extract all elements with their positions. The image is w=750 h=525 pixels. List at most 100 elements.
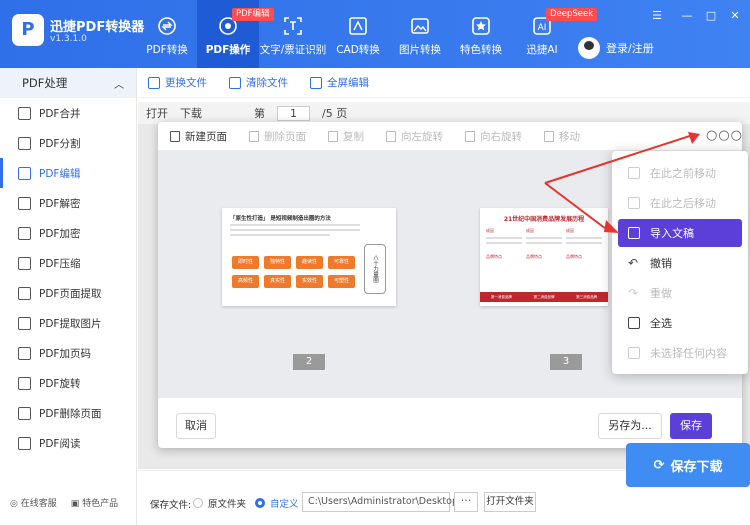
menu-redo[interactable]: ↷ 重做 bbox=[618, 279, 742, 307]
sidebar-item[interactable]: PDF加密 bbox=[0, 218, 136, 248]
select-all-icon bbox=[628, 317, 640, 329]
thumb-tag: 可塑性 bbox=[328, 275, 355, 288]
nav-ocr[interactable]: 文字/票证识别 bbox=[259, 0, 327, 68]
thumb-tag: 高频性 bbox=[232, 275, 259, 288]
thumb-columns: 成因 品牌特点 成因 品牌特点 成因 品牌特点 bbox=[486, 228, 602, 288]
delete-page-button[interactable]: 删除页面 bbox=[249, 129, 306, 144]
sidebar-item[interactable]: PDF加页码 bbox=[0, 338, 136, 368]
browse-button[interactable]: ··· bbox=[454, 492, 478, 512]
close-icon[interactable]: ✕ bbox=[728, 9, 742, 22]
menu-select-all[interactable]: 全选 bbox=[618, 309, 742, 337]
save-download-button[interactable]: ⟳ 保存下载 bbox=[626, 443, 750, 487]
rotate-left-button[interactable]: 向左旋转 bbox=[386, 129, 443, 144]
open-button[interactable]: 打开 bbox=[146, 105, 168, 121]
menu-item-label: 重做 bbox=[650, 287, 672, 300]
featured-products[interactable]: ▣ 特色产品 bbox=[71, 496, 118, 509]
redo-icon: ↷ bbox=[628, 286, 639, 300]
sidebar-item-label: PDF合并 bbox=[39, 107, 81, 120]
thumb-footer-label: 第三消费品牌 bbox=[576, 294, 598, 299]
maximize-icon[interactable]: □ bbox=[704, 9, 718, 22]
move-icon bbox=[544, 130, 554, 142]
page-thumbnail[interactable]: 「原生性打造」 是短视频制造出圈的方法 即时性 独特性 趣读性 可靠性 高频性 真实性 实效… bbox=[222, 208, 396, 306]
sidebar-item[interactable]: PDF压缩 bbox=[0, 248, 136, 278]
menu-move-before[interactable]: 在此之前移动 bbox=[618, 159, 742, 187]
sidebar-item[interactable]: PDF阅读 bbox=[0, 428, 136, 458]
sidebar-item-icon bbox=[18, 436, 31, 450]
thumb-column-sub: 品牌特点 bbox=[486, 254, 502, 259]
sidebar-header-label: PDF处理 bbox=[22, 76, 68, 90]
nav-pdf-convert[interactable]: PDF转换 bbox=[137, 0, 197, 68]
sidebar-item-label: PDF提取图片 bbox=[39, 317, 102, 330]
tool-label: 移动 bbox=[559, 130, 580, 143]
fullscreen-edit-button[interactable]: 全屏编辑 bbox=[310, 75, 369, 90]
thumb-tag: 真实性 bbox=[264, 275, 291, 288]
thumb-tag: 趣读性 bbox=[296, 256, 323, 269]
tool-label: 删除页面 bbox=[264, 130, 306, 143]
tool-label: 向右旋转 bbox=[480, 130, 522, 143]
nav-cad[interactable]: CAD转换 bbox=[330, 0, 386, 68]
save-as-button[interactable]: 另存为... bbox=[598, 413, 662, 439]
sidebar-item[interactable]: PDF页面提取 bbox=[0, 278, 136, 308]
copy-button[interactable]: 复制 bbox=[328, 129, 364, 144]
top-bar: P 迅捷PDF转换器 v1.3.1.0 PDF转换 PDF操作 PDF编辑 文字… bbox=[0, 0, 750, 68]
sidebar-item-label: PDF加页码 bbox=[39, 347, 91, 360]
nav-label: 迅捷AI bbox=[526, 44, 558, 56]
thumb-tag-grid: 即时性 独特性 趣读性 可靠性 高频性 真实性 实效性 可塑性 bbox=[232, 256, 360, 288]
minimize-icon[interactable]: — bbox=[680, 9, 694, 22]
menu-move-after[interactable]: 在此之后移动 bbox=[618, 189, 742, 217]
user-login[interactable]: 登录/注册 bbox=[578, 37, 654, 59]
app-logo: P bbox=[12, 14, 44, 46]
sidebar-item[interactable]: PDF编辑 bbox=[0, 158, 136, 188]
nav-image[interactable]: 图片转换 bbox=[392, 0, 448, 68]
sidebar-item[interactable]: PDF提取图片 bbox=[0, 308, 136, 338]
save-button[interactable]: 保存 bbox=[670, 413, 712, 439]
featured-products-label: 特色产品 bbox=[82, 499, 119, 509]
menu-select-none[interactable]: 未选择任何内容 bbox=[618, 339, 742, 367]
menu-icon[interactable]: ☰ bbox=[650, 9, 664, 22]
sidebar-item[interactable]: PDF合并 bbox=[0, 98, 136, 128]
menu-item-label: 导入文稿 bbox=[650, 227, 694, 240]
sidebar-item[interactable]: PDF旋转 bbox=[0, 368, 136, 398]
convert-icon bbox=[158, 17, 176, 35]
sidebar-item[interactable]: PDF分割 bbox=[0, 128, 136, 158]
nav-label: CAD转换 bbox=[336, 44, 380, 56]
page-input[interactable]: 1 bbox=[277, 105, 310, 121]
open-folder-button[interactable]: 打开文件夹 bbox=[484, 492, 536, 512]
more-options-icon[interactable]: ○○○ bbox=[706, 128, 743, 143]
output-path-field[interactable]: C:\Users\Administrator\Desktop bbox=[302, 492, 458, 512]
file-toolbar: 更换文件 清除文件 全屏编辑 bbox=[138, 68, 750, 98]
thumb-tag: 实效性 bbox=[296, 275, 323, 288]
sidebar-item[interactable]: PDF解密 bbox=[0, 188, 136, 218]
arrow-head-icon bbox=[604, 220, 619, 233]
clear-file-button[interactable]: 清除文件 bbox=[229, 75, 288, 90]
cancel-button[interactable]: 取消 bbox=[176, 413, 216, 439]
page-thumbnail[interactable]: 21世纪中国消费品牌发展历程 成因 品牌特点 成因 品牌特点 成因 品牌特点 第一消费品牌… bbox=[480, 208, 608, 306]
radio-custom[interactable] bbox=[255, 498, 265, 508]
editor-toolbar: 打开 下载 第 1 /5 页 bbox=[138, 102, 750, 124]
avatar bbox=[578, 37, 600, 59]
thumb-column: 成因 品牌特点 bbox=[566, 228, 602, 288]
sidebar-item-label: PDF分割 bbox=[39, 137, 81, 150]
bottom-bar: 保存文件: 原文件夹 自定义 C:\Users\Administrator\De… bbox=[138, 443, 750, 525]
new-page-icon bbox=[170, 130, 180, 142]
rotate-right-button[interactable]: 向右旋转 bbox=[465, 129, 522, 144]
sidebar-item-label: PDF解密 bbox=[39, 197, 81, 210]
nav-special[interactable]: 特色转换 bbox=[453, 0, 509, 68]
menu-undo[interactable]: ↶ 撤销 bbox=[618, 249, 742, 277]
menu-item-label: 未选择任何内容 bbox=[650, 347, 727, 360]
sidebar-header[interactable]: PDF处理 ︿ bbox=[0, 68, 136, 98]
new-page-button[interactable]: 新建页面 bbox=[170, 129, 227, 144]
replace-file-label: 更换文件 bbox=[165, 77, 207, 89]
thumb-side-label: 八十力量圈 bbox=[364, 244, 386, 294]
online-service[interactable]: ◎ 在线客服 bbox=[10, 496, 57, 509]
menu-import-document[interactable]: 导入文稿 bbox=[618, 219, 742, 247]
radio-original-folder[interactable] bbox=[193, 498, 203, 508]
move-button[interactable]: 移动 bbox=[544, 129, 580, 144]
edit-icon bbox=[310, 76, 322, 89]
sidebar-item[interactable]: PDF删除页面 bbox=[0, 398, 136, 428]
replace-file-button[interactable]: 更换文件 bbox=[148, 75, 207, 90]
app-name: 迅捷PDF转换器 bbox=[50, 20, 145, 35]
sidebar-footer: ◎ 在线客服 ▣ 特色产品 bbox=[10, 496, 118, 509]
rotate-left-icon bbox=[386, 130, 396, 142]
download-button[interactable]: 下载 bbox=[180, 105, 202, 121]
